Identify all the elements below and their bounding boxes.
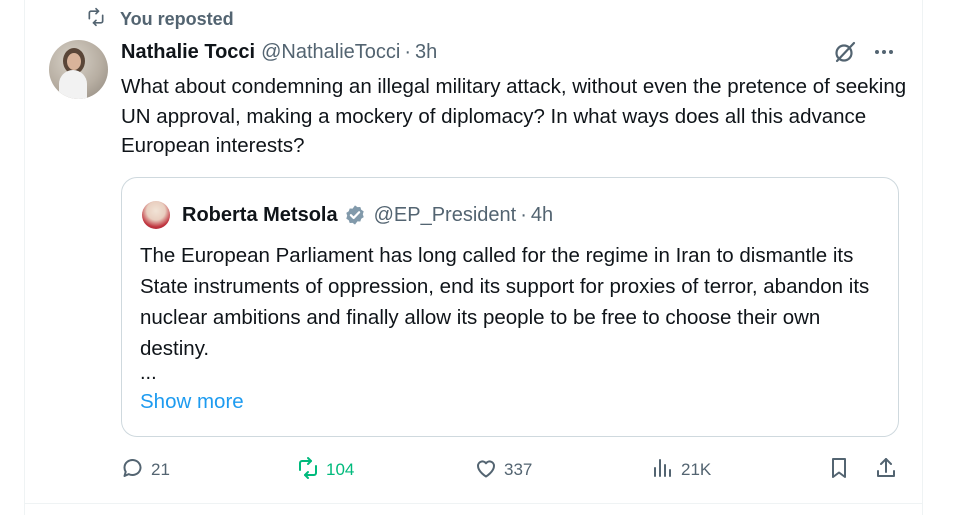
quote-tweet-card[interactable]: Roberta Metsola @EP_President · 4h The E… (121, 177, 899, 437)
quote-author-handle: @EP_President (373, 203, 517, 226)
views-count: 21K (681, 460, 712, 479)
author-handle[interactable]: @NathalieTocci (261, 41, 400, 64)
tweet-time[interactable]: 3h (415, 41, 437, 64)
quote-text: The European Parliament has long called … (140, 244, 870, 360)
action-bar: 21 104 337 21K (0, 456, 953, 484)
tweet-header: Nathalie Tocci @NathalieTocci · 3h (121, 39, 437, 65)
show-more-link[interactable]: Show more (140, 390, 244, 414)
reply-button[interactable]: 21 (121, 456, 170, 484)
grok-icon[interactable] (833, 40, 857, 64)
avatar-face (67, 53, 81, 70)
social-context: You reposted (86, 7, 234, 32)
quote-ellipsis: ... (140, 362, 157, 384)
quote-time: 4h (530, 203, 554, 226)
avatar-shirt (59, 70, 87, 99)
repost-icon (296, 456, 320, 485)
repost-icon (86, 7, 106, 32)
more-icon[interactable] (872, 40, 896, 64)
quote-header: Roberta Metsola @EP_President · 4h (182, 202, 553, 228)
views-icon (651, 456, 675, 485)
reply-count: 21 (151, 460, 170, 479)
tweet-divider (24, 503, 923, 504)
views-button[interactable]: 21K (651, 456, 711, 484)
author-avatar[interactable] (49, 40, 108, 99)
social-context-label: You reposted (120, 8, 234, 29)
like-count: 337 (504, 460, 533, 479)
timeline-border-right (922, 0, 923, 515)
share-button[interactable] (874, 456, 898, 484)
like-icon (474, 456, 498, 485)
reply-icon (121, 456, 145, 485)
like-button[interactable]: 337 (474, 456, 532, 484)
bookmark-button[interactable] (827, 456, 851, 484)
bookmark-icon (827, 456, 851, 485)
repost-button[interactable]: 104 (296, 456, 354, 484)
header-separator: · (404, 40, 412, 63)
author-name[interactable]: Nathalie Tocci (121, 41, 255, 64)
verified-icon (344, 204, 366, 226)
timeline-border-left (24, 0, 25, 515)
quote-author-name: Roberta Metsola (182, 203, 338, 226)
repost-count: 104 (326, 460, 355, 479)
tweet-text: What about condemning an illegal militar… (121, 75, 907, 157)
quote-author-avatar (142, 201, 170, 229)
quote-header-separator: · (520, 203, 527, 226)
share-icon (874, 456, 898, 485)
